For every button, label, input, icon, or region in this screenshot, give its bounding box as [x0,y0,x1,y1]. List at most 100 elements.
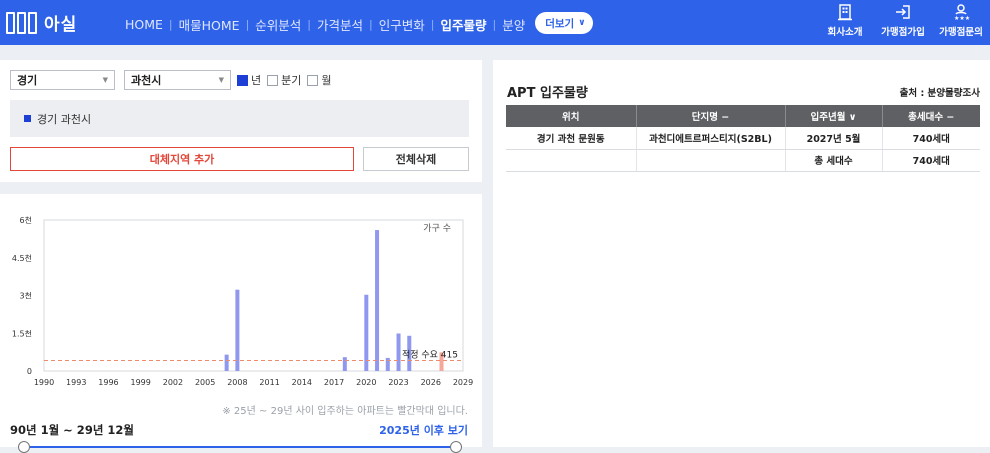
top-links: 회사소개 가맹점가입 ★★★ 가맹점문의 [816,3,990,38]
x-tick-label: 2026 [421,378,441,387]
col-location[interactable]: 위치 [506,105,637,127]
move-in-supply-chart: 0 1.5천 3천 4.5천 6천 1990 1993 1996 1999 2002 2005 200… [12,215,473,387]
year-checkbox-label: 년 [251,74,262,87]
y-tick-label: 3천 [20,291,32,301]
source-label: 출처 : 분양물량조사 [899,88,980,99]
brand-name: 아실 [44,15,78,35]
x-tick-label: 2014 [292,378,312,387]
col-total-units[interactable]: 총세대수 − [882,105,980,127]
x-tick-label: 1996 [98,378,118,387]
chart-bar [364,294,369,371]
col-complex-name[interactable]: 단지명 − [636,105,786,127]
legend-label: 가구 수 [423,223,451,234]
apt-supply-panel: APT 입주물량 출처 : 분양물량조사 위치 단지명 − 입주년월 ∨ 총세대… [493,60,990,447]
quarter-checkbox[interactable]: 분기 [267,72,301,88]
checkbox-icon [307,74,319,86]
year-checkbox[interactable]: 년 [237,72,261,88]
date-range-slider[interactable] [18,441,462,453]
y-tick-label: 4.5천 [12,253,32,263]
col-move-in-date[interactable]: 입주년월 ∨ [785,105,883,127]
svg-text:★★★: ★★★ [954,15,970,21]
company-link[interactable]: 회사소개 [816,3,874,38]
more-button[interactable]: 더보기 ∨ [535,12,593,34]
nav-presale[interactable]: 분양 [502,15,525,34]
month-checkbox-label: 월 [321,74,332,87]
dropdown-arrow-icon: ▼ [102,76,108,84]
franchise-join-label: 가맹점가입 [881,27,925,38]
chart-bar [224,354,229,371]
region2-value: 과천시 [131,74,162,87]
region2-select[interactable]: 과천시 ▼ [124,70,231,90]
x-tick-label: 1999 [131,378,151,387]
slider-start-handle[interactable] [18,441,30,453]
logo[interactable]: 아실 [6,10,77,35]
quarter-checkbox-label: 분기 [281,74,302,87]
x-tick-label: 1990 [34,378,54,387]
x-tick-label: 1993 [66,378,86,387]
selected-region-box: 경기 과천시 [10,100,469,137]
cell-total-units: 740세대 [882,127,980,150]
x-tick-label: 2011 [259,378,279,387]
top-navigation-bar: 아실 HOME | 매물HOME | 순위분석 | 가격분석 | 인구변화 | … [0,0,990,45]
x-tick-label: 2029 [453,378,473,387]
cell-move-in-date: 2027년 5월 [785,127,883,150]
reference-line-label: 적정 수요 415 [402,349,458,361]
nav-price-analysis[interactable]: 가격분석 [317,15,363,34]
nav-ranking[interactable]: 순위분석 [255,15,301,34]
region1-value: 경기 [17,74,38,87]
nav-listing-home[interactable]: 매물HOME [179,15,240,34]
section-divider [0,182,482,194]
person-stars-icon: ★★★ [954,4,970,21]
y-tick-label: 0 [27,367,32,376]
x-tick-label: 2020 [356,378,376,387]
slider-end-handle[interactable] [450,441,462,453]
nav-home[interactable]: HOME [125,17,163,32]
nav-separator: | [492,17,497,31]
x-tick-label: 2023 [388,378,408,387]
panel-title: APT 입주물량 [507,86,588,101]
table-header-row: 위치 단지명 − 입주년월 ∨ 총세대수 − [506,105,980,127]
cell-complex-name: 과천디에트르퍼스티지(S2BL) [636,127,786,150]
company-link-label: 회사소개 [827,27,863,38]
legend-square-icon [24,115,31,122]
dropdown-arrow-icon: ▼ [218,76,224,84]
franchise-join-link[interactable]: 가맹점가입 [874,3,932,38]
cell-location: 경기 과천 문원동 [506,127,637,150]
cell-total-value: 740세대 [882,149,980,172]
chart-bar [342,357,347,371]
chart-bar [375,230,380,371]
cell-empty [636,149,786,172]
since-2025-link[interactable]: 2025년 이후 보기 [379,422,468,438]
x-tick-label: 2017 [324,378,344,387]
more-label: 더보기 [545,17,575,30]
cell-empty [506,149,637,172]
table-row[interactable]: 경기 과천 문원동 과천디에트르퍼스티지(S2BL) 2027년 5월 740세… [506,127,980,150]
cell-total-label: 총 세대수 [785,149,883,172]
x-tick-label: 2008 [227,378,247,387]
nav-population[interactable]: 인구변화 [379,15,425,34]
table-total-row: 총 세대수 740세대 [506,149,980,172]
checkbox-checked-icon [237,74,248,86]
add-region-button[interactable]: 대체지역 추가 [10,147,354,171]
nav-separator: | [307,17,312,31]
region1-select[interactable]: 경기 ▼ [10,70,115,90]
logo-icon [6,11,37,34]
nav-move-in-supply[interactable]: 입주물량 [440,15,486,34]
filter-controls: 경기 ▼ 과천시 ▼ 년 분기 월 [10,70,332,90]
delete-all-button[interactable]: 전체삭제 [363,147,469,171]
chart-note: ※ 25년 ~ 29년 사이 입주하는 아파트는 빨간막대 입니다. [222,406,468,417]
chart-bar [396,333,401,371]
checkbox-icon [267,74,279,86]
apt-table: 위치 단지명 − 입주년월 ∨ 총세대수 − 경기 과천 문원동 과천디에트르퍼… [506,105,980,172]
x-tick-label: 2005 [195,378,215,387]
chevron-down-icon: ∨ [578,18,586,28]
nav-separator: | [168,17,173,31]
nav-separator: | [430,17,435,31]
y-tick-label: 6천 [20,215,32,225]
selected-region: 경기 과천시 [37,112,92,126]
slider-track [18,446,462,448]
nav-separator: | [369,17,373,31]
y-tick-label: 1.5천 [12,328,32,338]
month-checkbox[interactable]: 월 [307,72,332,88]
franchise-inquiry-link[interactable]: ★★★ 가맹점문의 [932,3,990,38]
